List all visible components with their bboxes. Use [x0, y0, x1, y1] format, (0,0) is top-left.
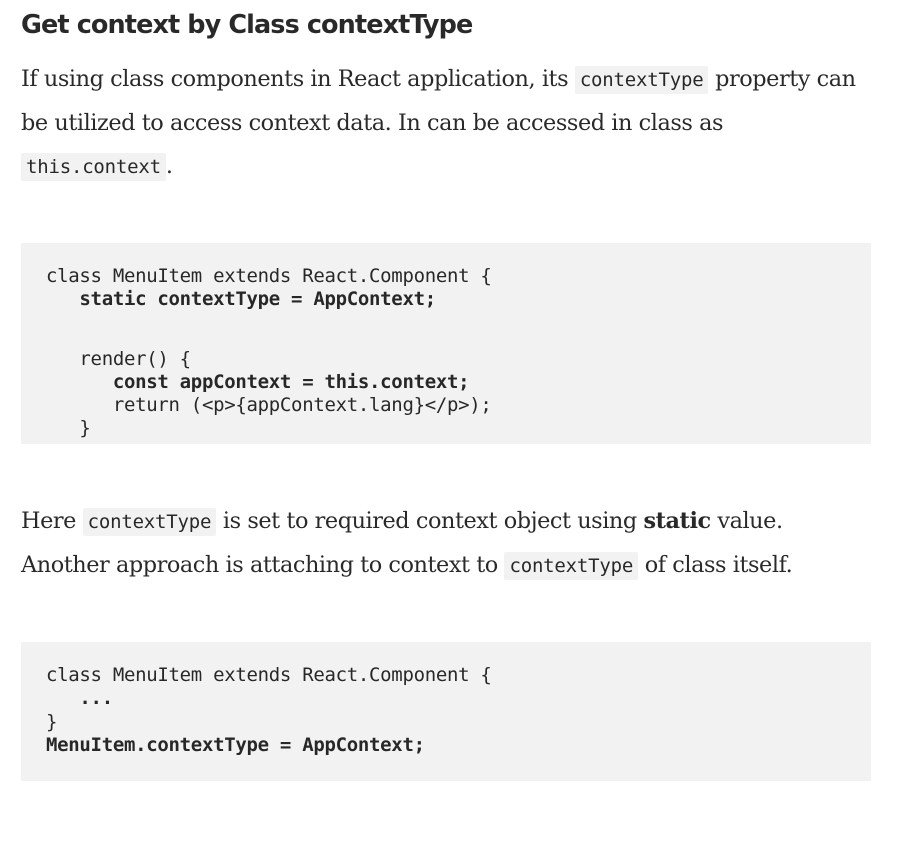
intro-paragraph: If using class components in React appli… — [21, 58, 871, 189]
code-block-class-contexttype: class MenuItem extends React.Component {… — [21, 243, 871, 444]
code-line: class MenuItem extends React.Component { — [46, 265, 492, 287]
bold-static: static — [643, 508, 711, 534]
code-line: } — [46, 441, 846, 444]
code-line: static contextType = AppContext; — [46, 288, 436, 311]
code-line: ... — [46, 687, 113, 710]
code-line: return (<p>{appContext.lang}</p>); — [46, 394, 492, 417]
inline-code-contexttype: contextType — [504, 552, 639, 580]
code-line: class MenuItem extends React.Component { — [46, 664, 492, 686]
code-block-static-assignment: class MenuItem extends React.Component {… — [21, 642, 871, 781]
inline-code-this-context: this.context — [21, 153, 166, 181]
intro-text-a: If using class components in React appli… — [21, 66, 575, 92]
explanation-text-a: Here — [21, 508, 83, 534]
code-line: } — [46, 417, 91, 440]
intro-text-c: . — [165, 153, 173, 179]
article-body: Get context by Class contextType If usin… — [21, 0, 871, 781]
inline-code-contexttype: contextType — [82, 508, 217, 536]
explanation-text-d: of class itself. — [638, 552, 793, 578]
explanation-text-b: is set to required context object using — [216, 508, 644, 534]
code-line: MenuItem.contextType = AppContext; — [46, 733, 425, 756]
code-line: const appContext = this.context; — [46, 370, 470, 393]
section-heading: Get context by Class contextType — [21, 10, 473, 40]
code-line: } — [46, 710, 58, 733]
inline-code-contexttype: contextType — [574, 66, 709, 94]
code-line: render() { — [46, 347, 191, 370]
explanation-paragraph: Here contextType is set to required cont… — [21, 500, 871, 588]
